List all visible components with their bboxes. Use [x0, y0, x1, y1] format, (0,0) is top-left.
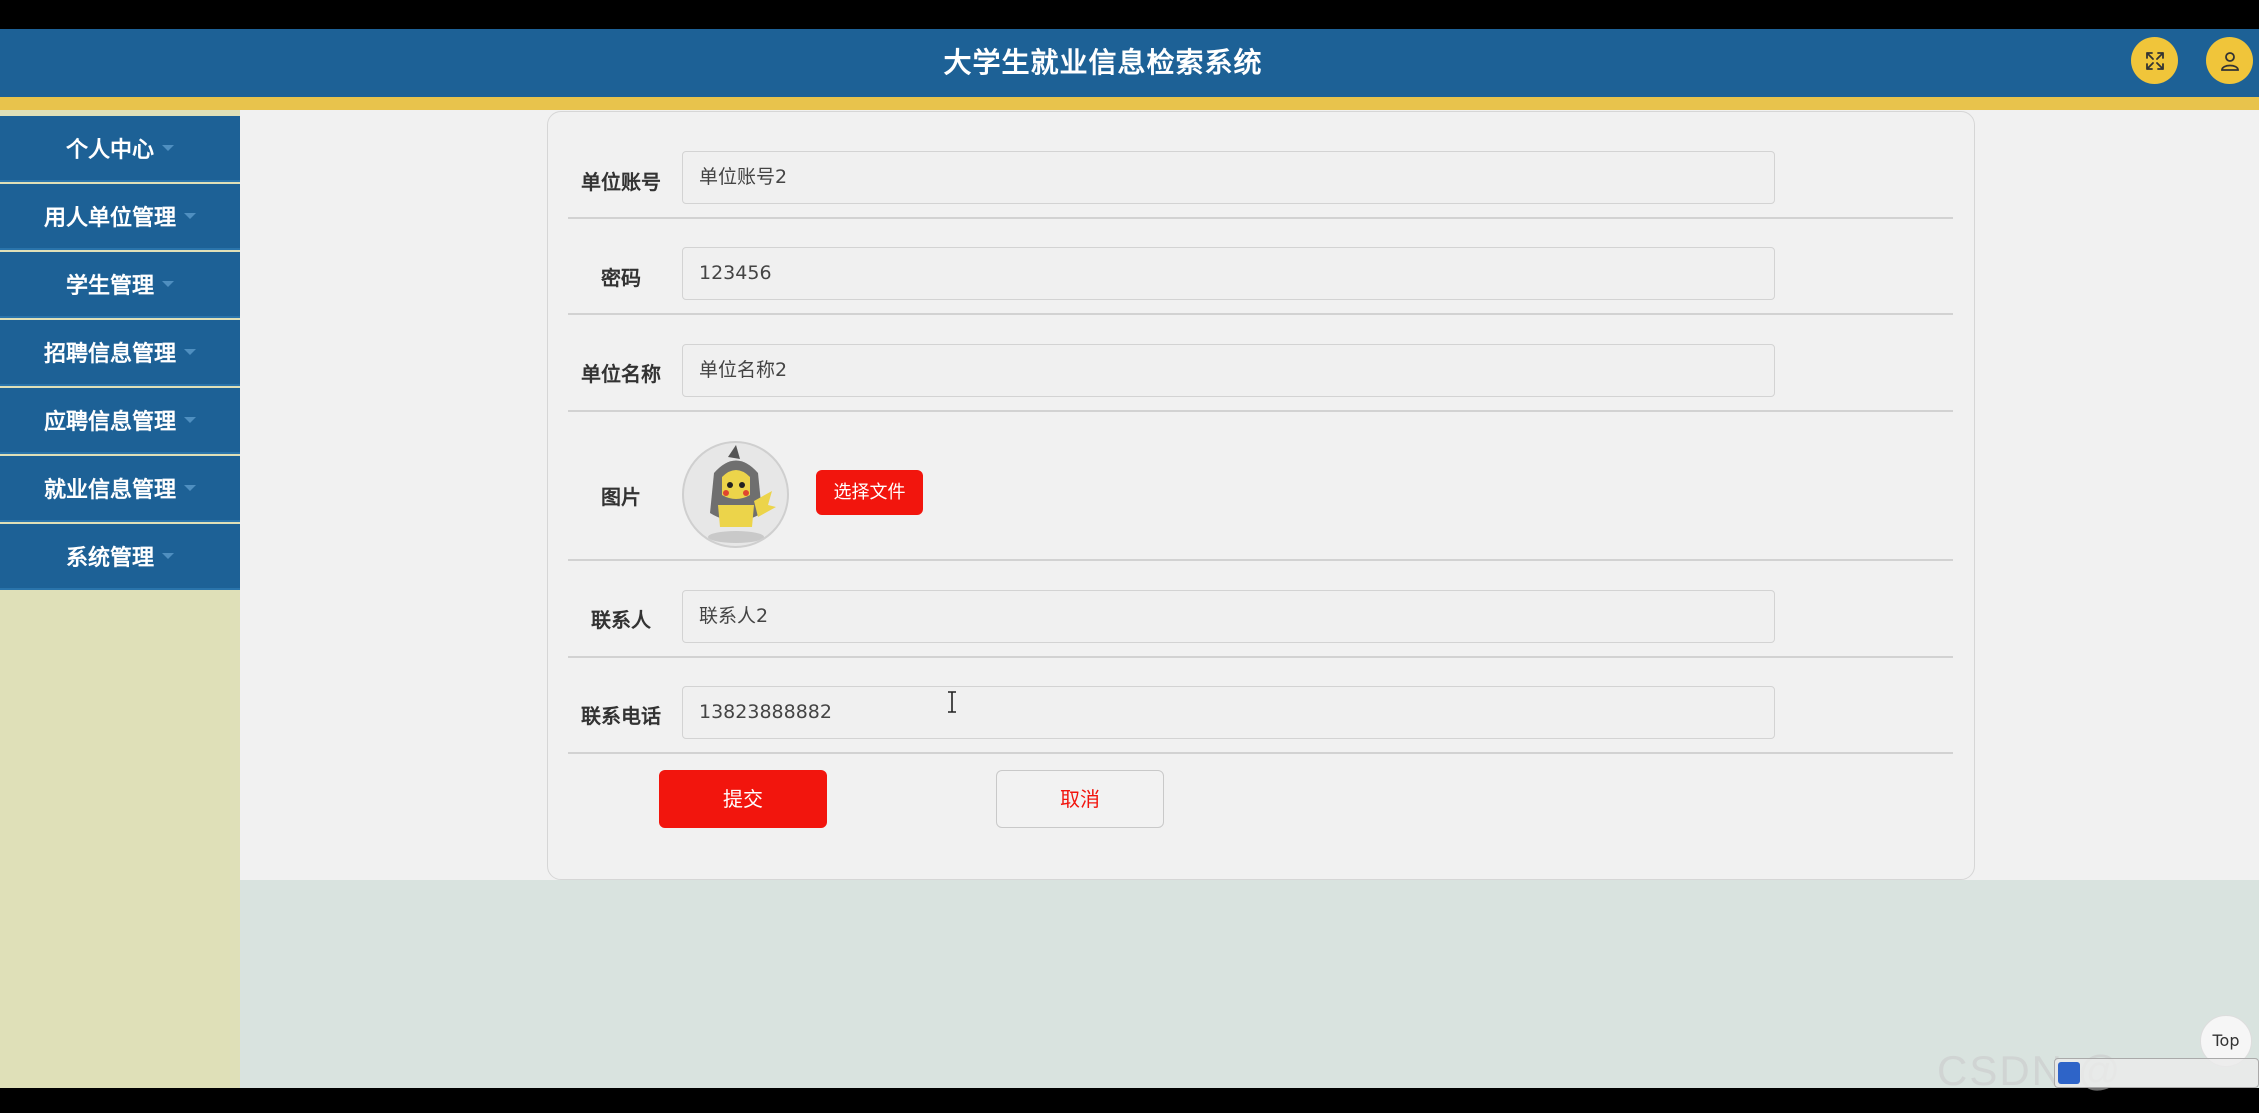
password-input[interactable]: 123456 [682, 247, 1775, 300]
phone-label: 联系电话 [581, 704, 661, 728]
sidebar-item-employer-management[interactable]: 用人单位管理 [0, 184, 240, 250]
password-label: 密码 [601, 266, 641, 290]
sidebar-item-personal-center[interactable]: 个人中心 [0, 116, 240, 182]
screen: 大学生就业信息检索系统 个人中心 用人单位管理 学生管理 招聘信息管理 应聘信息… [0, 0, 2259, 1113]
caret-down-icon [162, 281, 174, 287]
expand-arrows-icon [2145, 51, 2164, 70]
sidebar-item-employment-management[interactable]: 就业信息管理 [0, 456, 240, 522]
divider [568, 217, 1953, 219]
caret-down-icon [162, 145, 174, 151]
divider [568, 410, 1953, 412]
sidebar-item-label: 学生管理 [65, 274, 154, 299]
caret-down-icon [184, 485, 196, 491]
divider [568, 752, 1953, 754]
sidebar: 个人中心 用人单位管理 学生管理 招聘信息管理 应聘信息管理 就业信息管理 系统… [0, 110, 240, 1088]
divider [568, 656, 1953, 658]
user-button[interactable] [2206, 37, 2253, 84]
avatar-image [682, 441, 789, 548]
sidebar-item-label: 就业信息管理 [43, 478, 176, 503]
account-input[interactable]: 单位账号2 [682, 151, 1775, 204]
sidebar-item-application-management[interactable]: 应聘信息管理 [0, 388, 240, 454]
caret-down-icon [184, 417, 196, 423]
app-title: 大学生就业信息检索系统 [943, 46, 1263, 79]
image-label: 图片 [601, 485, 641, 509]
sidebar-item-label: 系统管理 [65, 546, 154, 571]
submit-button[interactable]: 提交 [659, 770, 827, 828]
caret-down-icon [184, 349, 196, 355]
tray-app-icon [2058, 1062, 2080, 1084]
system-tray-overlay [2054, 1058, 2259, 1088]
phone-input[interactable]: 13823888882 [682, 686, 1775, 739]
caret-down-icon [162, 553, 174, 559]
divider [568, 559, 1953, 561]
header-accent-strip [0, 97, 2259, 110]
company-name-label: 单位名称 [581, 362, 661, 386]
contact-label: 联系人 [591, 608, 651, 632]
pikachu-avatar-icon [708, 445, 776, 543]
contact-input[interactable]: 联系人2 [682, 590, 1775, 643]
divider [568, 313, 1953, 315]
choose-file-button[interactable]: 选择文件 [816, 470, 923, 515]
sidebar-item-system-management[interactable]: 系统管理 [0, 524, 240, 590]
sidebar-item-label: 用人单位管理 [43, 206, 176, 231]
sidebar-item-label: 个人中心 [65, 138, 154, 163]
text-cursor-icon [948, 691, 956, 713]
sidebar-item-recruitment-management[interactable]: 招聘信息管理 [0, 320, 240, 386]
fullscreen-button[interactable] [2131, 37, 2178, 84]
account-label: 单位账号 [581, 170, 661, 194]
sidebar-item-student-management[interactable]: 学生管理 [0, 252, 240, 318]
company-name-input[interactable]: 单位名称2 [682, 344, 1775, 397]
cancel-button[interactable]: 取消 [996, 770, 1164, 828]
sidebar-item-label: 招聘信息管理 [43, 342, 176, 367]
caret-down-icon [184, 213, 196, 219]
sidebar-item-label: 应聘信息管理 [43, 410, 176, 435]
user-icon [2220, 51, 2239, 71]
